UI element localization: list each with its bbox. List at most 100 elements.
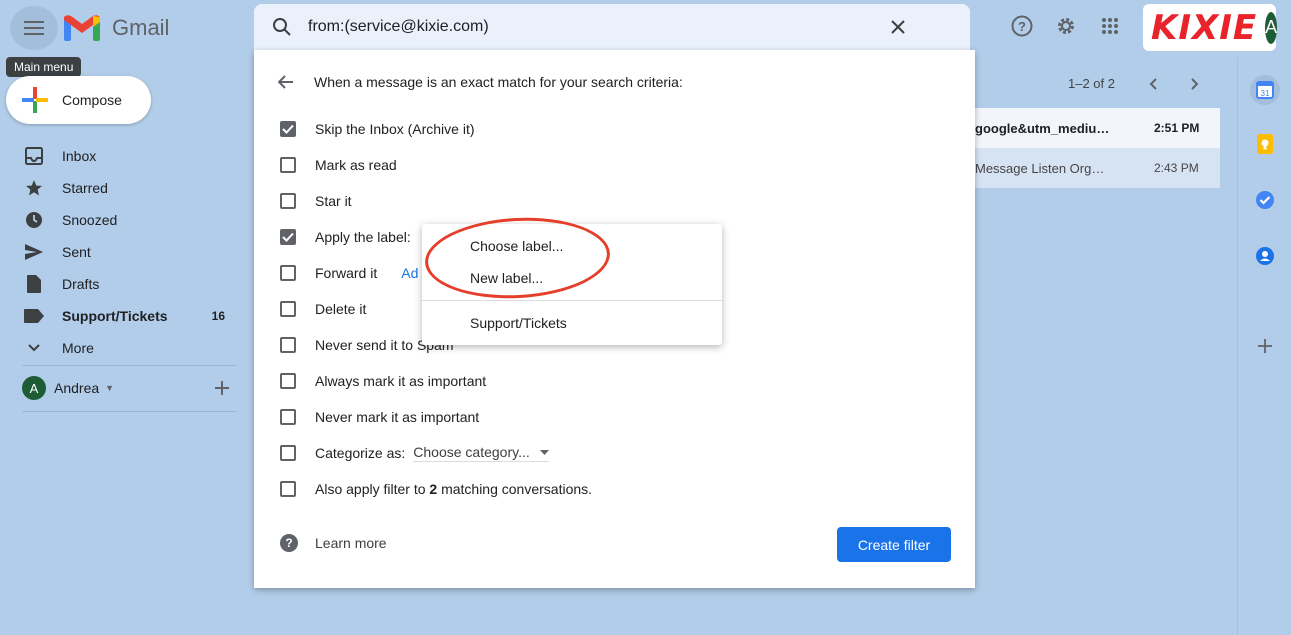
main-menu-button[interactable] (10, 6, 58, 50)
search-bar[interactable]: from:(service@kixie.com) (254, 4, 970, 50)
learn-more-label: Learn more (315, 535, 387, 551)
plus-icon[interactable] (212, 378, 232, 398)
message-subject: google&utm_mediu… (975, 120, 1110, 136)
checkbox[interactable] (280, 301, 296, 317)
compose-button[interactable]: Compose (6, 76, 151, 124)
option-label-suffix: matching conversations. (437, 481, 593, 497)
category-select[interactable]: Choose category... (413, 444, 549, 462)
option-star-it[interactable]: Star it (280, 191, 352, 211)
svg-text:31: 31 (1261, 89, 1270, 98)
option-never-important[interactable]: Never mark it as important (280, 407, 479, 427)
checkbox[interactable] (280, 193, 296, 209)
help-icon[interactable]: ? (1010, 14, 1034, 38)
contacts-icon[interactable] (1252, 243, 1278, 269)
avatar: A (22, 376, 46, 400)
sidebar-item-more[interactable]: More (22, 332, 237, 364)
option-label: Skip the Inbox (Archive it) (315, 121, 475, 137)
table-row[interactable]: Message Listen Org… 2:43 PM (975, 148, 1220, 188)
create-filter-button[interactable]: Create filter (837, 527, 951, 562)
sidebar-item-label: Inbox (62, 148, 97, 164)
back-arrow-icon[interactable] (278, 75, 294, 89)
option-delete-it[interactable]: Delete it (280, 299, 366, 319)
chevron-right-icon[interactable] (1188, 78, 1200, 90)
svg-text:?: ? (1018, 19, 1026, 34)
sidebar-item-support-tickets[interactable]: Support/Tickets 16 (22, 300, 237, 332)
star-icon (22, 176, 46, 200)
sidebar-item-label: Drafts (62, 276, 100, 292)
divider (22, 365, 237, 366)
message-time: 2:51 PM (1154, 121, 1200, 135)
gear-icon[interactable] (1054, 14, 1078, 38)
chevron-left-icon[interactable] (1148, 78, 1160, 90)
sidebar-item-inbox[interactable]: Inbox (22, 140, 237, 172)
apps-grid-icon[interactable] (1098, 14, 1122, 38)
option-forward-it[interactable]: Forward it Ad (280, 263, 418, 283)
option-skip-inbox[interactable]: Skip the Inbox (Archive it) (280, 119, 475, 139)
divider (22, 411, 237, 412)
add-forwarding-link[interactable]: Ad (401, 265, 418, 281)
option-label: Star it (315, 193, 352, 209)
inbox-icon (22, 144, 46, 168)
sidebar-item-label: Sent (62, 244, 91, 260)
checkbox-checked[interactable] (280, 121, 296, 137)
option-label: Forward it (315, 265, 378, 281)
gmail-wordmark: Gmail (112, 14, 170, 40)
hangouts-user[interactable]: A Andrea ▼ (22, 376, 114, 400)
checkbox[interactable] (280, 337, 296, 353)
checkbox[interactable] (280, 481, 296, 497)
calendar-icon[interactable]: 31 (1250, 75, 1280, 105)
table-row[interactable]: google&utm_mediu… 2:51 PM (975, 108, 1220, 148)
help-circle-icon: ? (280, 534, 298, 552)
message-subject: Message Listen Org… (975, 160, 1105, 176)
search-icon[interactable] (272, 17, 292, 37)
send-icon (22, 240, 46, 264)
option-always-important[interactable]: Always mark it as important (280, 371, 486, 391)
unread-count: 16 (211, 309, 225, 323)
sidebar-item-label: More (62, 340, 94, 356)
search-query[interactable]: from:(service@kixie.com) (308, 18, 489, 36)
option-label: Also apply filter to 2 matching conversa… (315, 481, 592, 497)
sidebar-item-label: Starred (62, 180, 108, 196)
option-label-prefix: Also apply filter to (315, 481, 430, 497)
chevron-down-icon (22, 336, 46, 360)
checkbox[interactable] (280, 157, 296, 173)
user-name: Andrea (54, 380, 100, 396)
option-label: Mark as read (315, 157, 397, 173)
checkbox[interactable] (280, 445, 296, 461)
checkbox[interactable] (280, 265, 296, 281)
option-mark-as-read[interactable]: Mark as read (280, 155, 397, 175)
checkbox[interactable] (280, 373, 296, 389)
filter-header: When a message is an exact match for you… (278, 74, 683, 90)
option-label: Always mark it as important (315, 373, 487, 389)
gmail-logo[interactable]: Gmail (64, 14, 169, 41)
sidebar-item-starred[interactable]: Starred (22, 172, 237, 204)
option-apply-to-matching[interactable]: Also apply filter to 2 matching conversa… (280, 479, 592, 499)
caret-down-icon (539, 449, 549, 455)
sidebar-item-snoozed[interactable]: Snoozed (22, 204, 237, 236)
compose-label: Compose (62, 92, 122, 108)
avatar[interactable]: A (1265, 11, 1278, 44)
label-icon (22, 304, 46, 328)
plus-icon[interactable] (1256, 337, 1274, 355)
clock-icon (22, 208, 46, 232)
gmail-m-icon (64, 15, 100, 41)
option-apply-label[interactable]: Apply the label: (280, 227, 411, 247)
learn-more-link[interactable]: ? Learn more (280, 534, 387, 552)
account-brand[interactable]: KIXIE A (1143, 4, 1278, 51)
tasks-icon[interactable] (1252, 187, 1278, 213)
category-select-value: Choose category... (413, 444, 530, 460)
sidebar-item-label: Snoozed (62, 212, 118, 228)
keep-icon[interactable] (1252, 131, 1278, 157)
sidebar-item-drafts[interactable]: Drafts (22, 268, 237, 300)
menu-item-support-tickets[interactable]: Support/Tickets (470, 315, 567, 331)
checkbox[interactable] (280, 409, 296, 425)
checkbox-checked[interactable] (280, 229, 296, 245)
main-menu-tooltip: Main menu (6, 57, 82, 77)
filter-header-text: When a message is an exact match for you… (314, 74, 683, 90)
option-categorize[interactable]: Categorize as: Choose category... (280, 443, 549, 463)
close-icon[interactable] (888, 17, 908, 37)
draft-icon (22, 272, 46, 296)
option-label: Categorize as: (315, 445, 406, 461)
caret-down-icon[interactable]: ▼ (105, 383, 114, 393)
sidebar-item-sent[interactable]: Sent (22, 236, 237, 268)
